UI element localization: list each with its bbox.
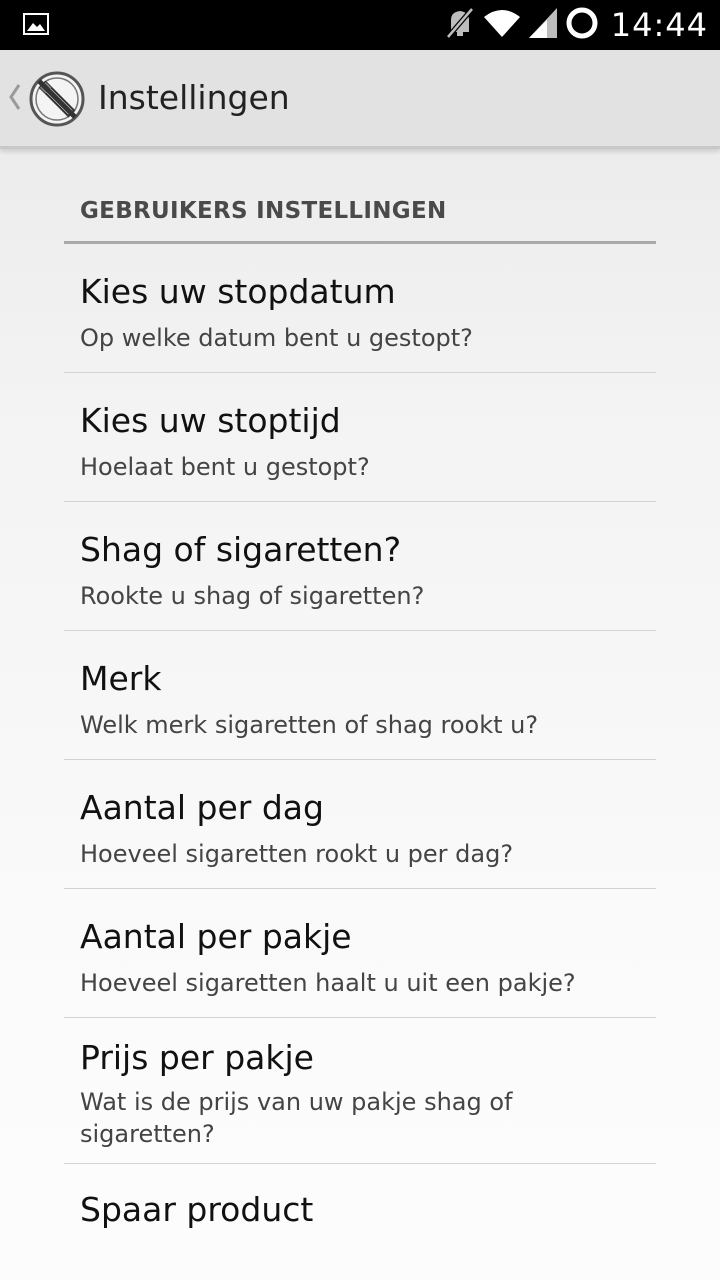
pref-title: Prijs per pakje: [80, 1038, 314, 1077]
page-title: Instellingen: [98, 78, 290, 117]
up-caret-icon[interactable]: [7, 82, 23, 116]
pref-merk[interactable]: Merk Welk merk sigaretten of shag rookt …: [64, 631, 656, 760]
wifi-icon: [483, 8, 521, 42]
pref-title: Shag of sigaretten?: [80, 530, 402, 569]
pref-stopdatum[interactable]: Kies uw stopdatum Op welke datum bent u …: [64, 244, 656, 373]
pref-spaar-product[interactable]: Spaar product: [64, 1164, 656, 1254]
preference-category: GEBRUIKERS INSTELLINGEN: [64, 150, 656, 244]
clock: 14:44: [610, 6, 708, 44]
action-bar: Instellingen: [0, 50, 720, 149]
preferences-list: GEBRUIKERS INSTELLINGEN Kies uw stopdatu…: [64, 150, 656, 1254]
pref-summary: Rookte u shag of sigaretten?: [80, 582, 425, 610]
pref-title: Kies uw stopdatum: [80, 272, 396, 311]
pref-title: Spaar product: [80, 1190, 314, 1229]
signal-icon: [528, 8, 557, 42]
pref-title: Kies uw stoptijd: [80, 401, 341, 440]
pref-stoptijd[interactable]: Kies uw stoptijd Hoelaat bent u gestopt?: [64, 373, 656, 502]
mute-icon: [445, 6, 475, 44]
image-notification-icon: [23, 13, 49, 39]
pref-summary: Welk merk sigaretten of shag rookt u?: [80, 711, 539, 739]
pref-aantal-per-dag[interactable]: Aantal per dag Hoeveel sigaretten rookt …: [64, 760, 656, 889]
sync-ring-icon: [565, 6, 599, 44]
pref-summary: Hoelaat bent u gestopt?: [80, 453, 370, 481]
pref-summary: Wat is de prijs van uw pakje shag of sig…: [80, 1088, 513, 1148]
pref-title: Aantal per pakje: [80, 917, 352, 956]
pref-summary: Op welke datum bent u gestopt?: [80, 324, 473, 352]
pref-summary: Hoeveel sigaretten haalt u uit een pakje…: [80, 969, 576, 997]
status-bar: 14:44: [0, 0, 720, 50]
pref-prijs-per-pakje[interactable]: Prijs per pakje Wat is de prijs van uw p…: [64, 1018, 656, 1164]
category-title: GEBRUIKERS INSTELLINGEN: [80, 198, 447, 224]
pref-title: Merk: [80, 659, 162, 698]
pref-summary: Hoeveel sigaretten rookt u per dag?: [80, 840, 514, 868]
pref-shag-of-sigaretten[interactable]: Shag of sigaretten? Rookte u shag of sig…: [64, 502, 656, 631]
status-icons: 14:44: [445, 0, 708, 50]
pref-aantal-per-pakje[interactable]: Aantal per pakje Hoeveel sigaretten haal…: [64, 889, 656, 1018]
no-smoking-icon[interactable]: [28, 70, 86, 132]
pref-title: Aantal per dag: [80, 788, 324, 827]
